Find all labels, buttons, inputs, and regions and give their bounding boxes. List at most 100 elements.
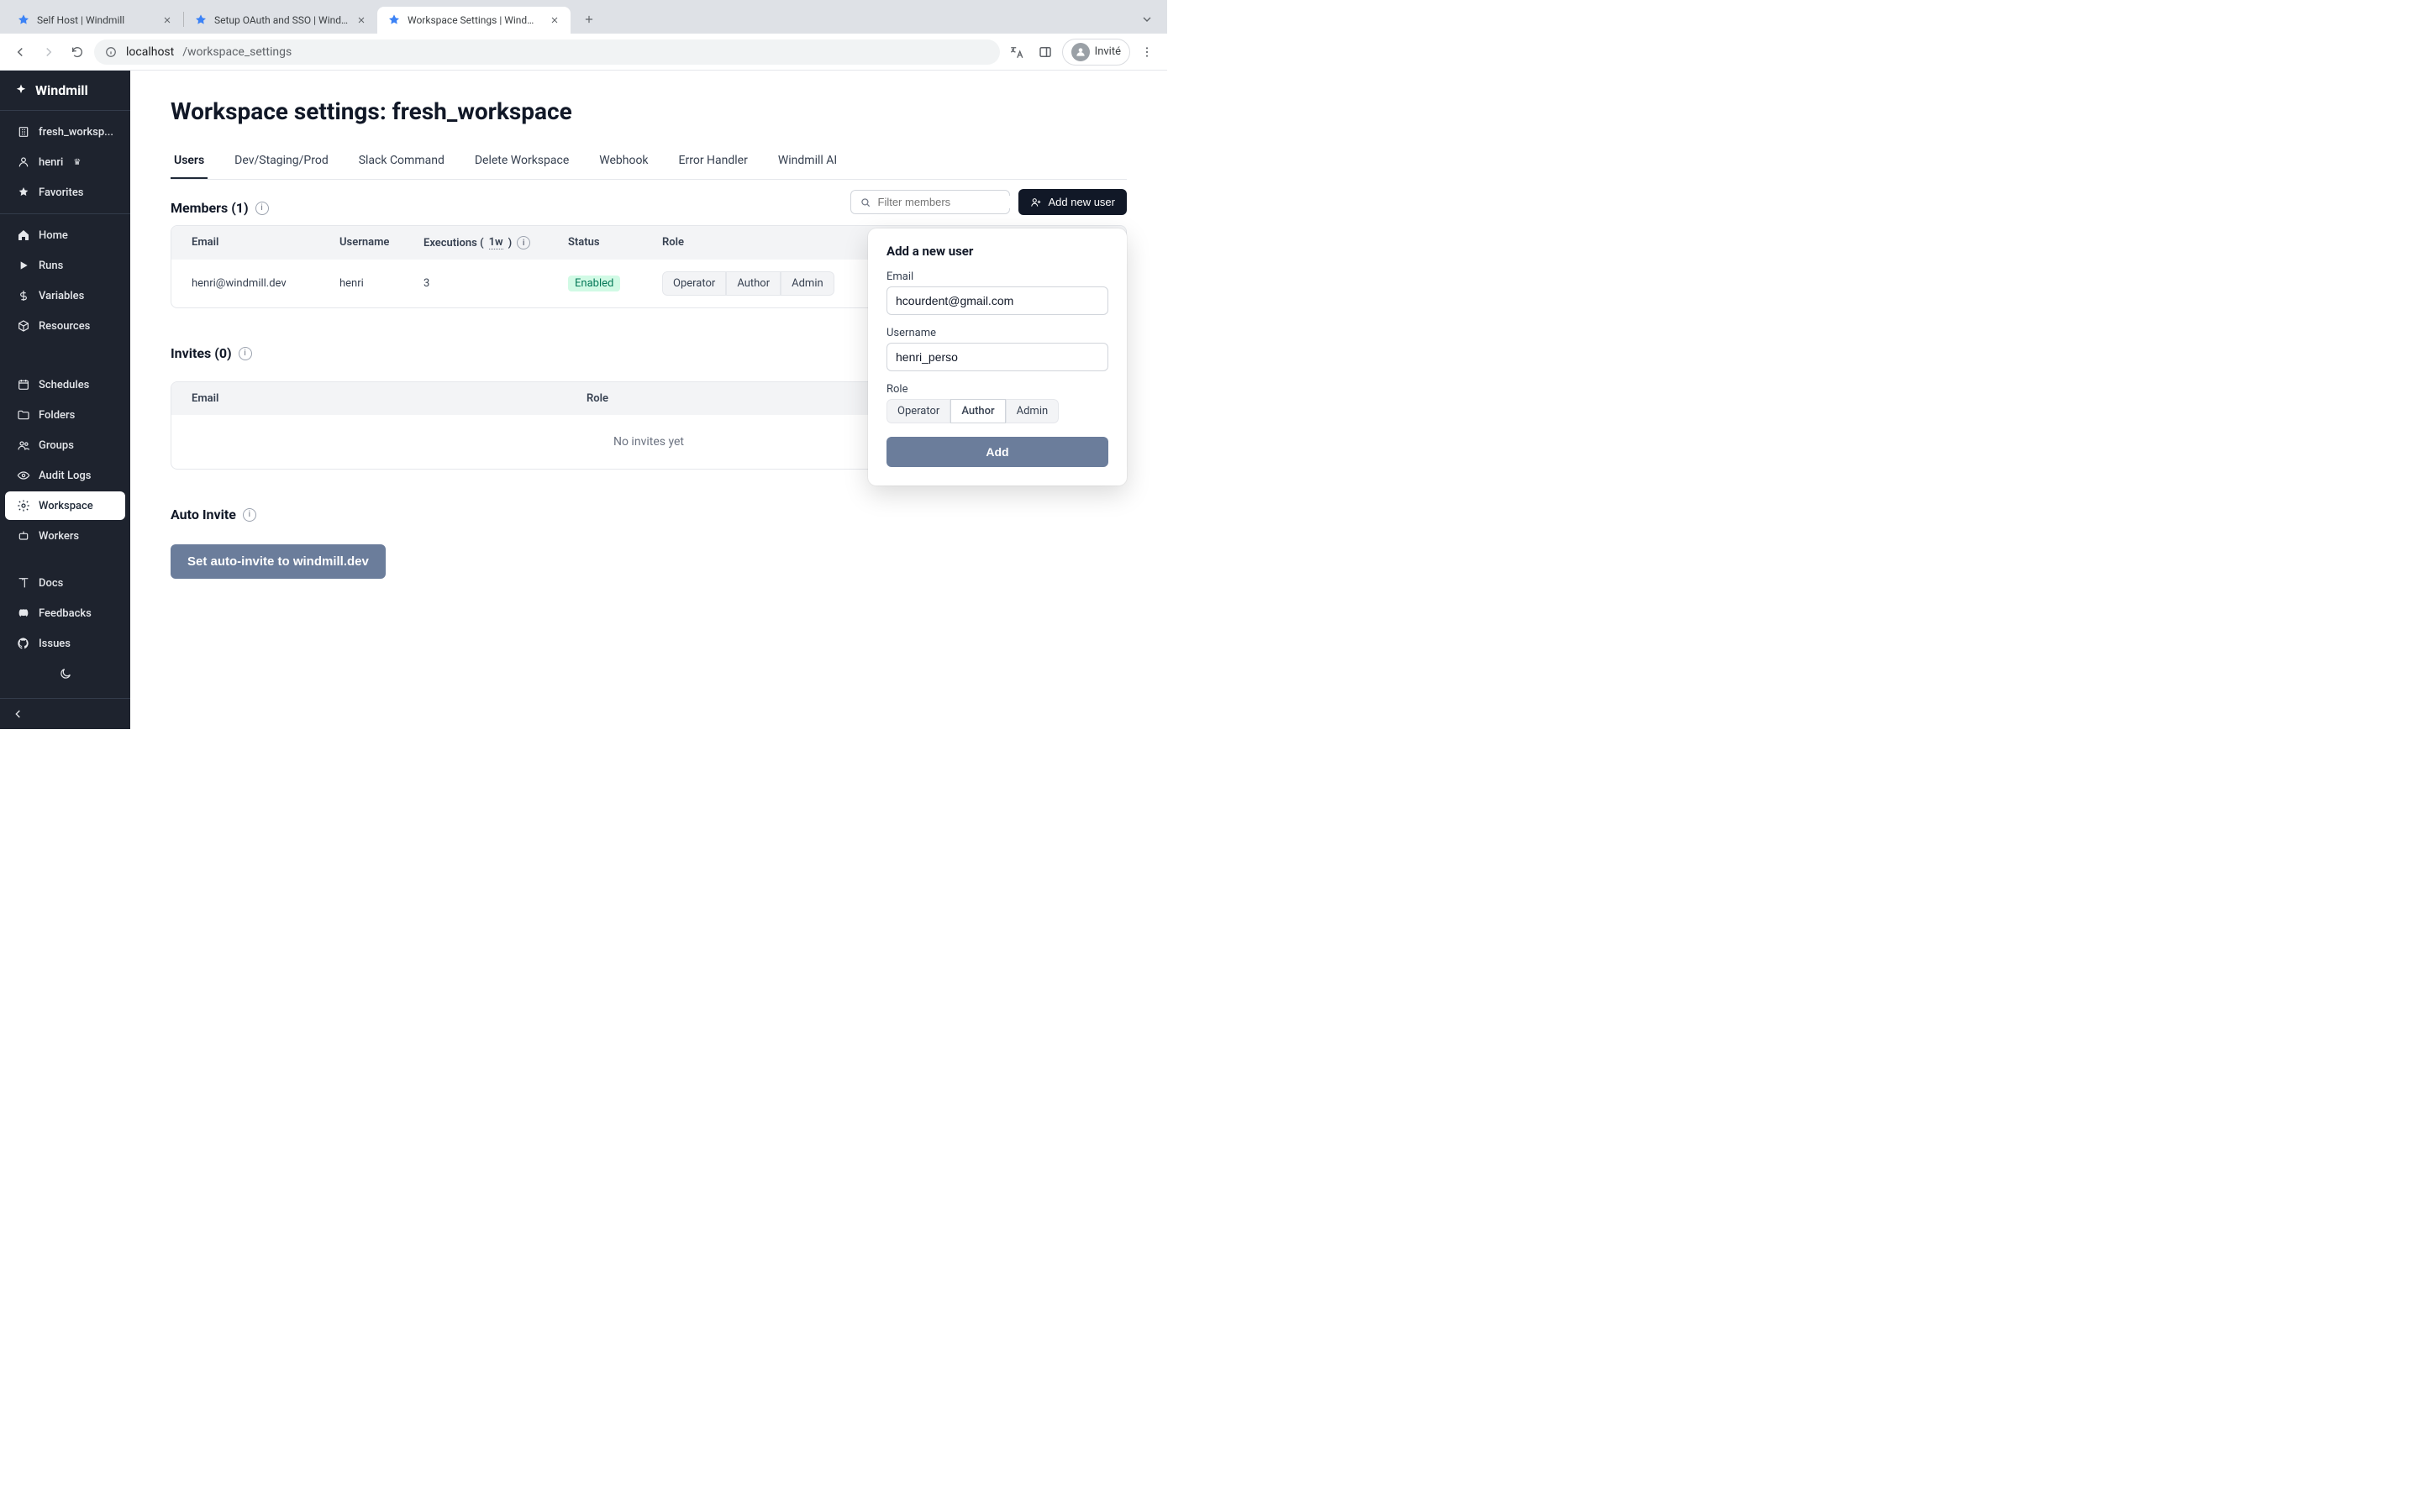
windmill-favicon-icon [194,13,208,27]
sidebar-item-label: Folders [39,409,75,422]
popover-role-toggle-group: Operator Author Admin [886,399,1059,423]
workspace-selector[interactable]: fresh_worksp... [5,118,125,146]
executions-window[interactable]: 1w [489,236,503,249]
cube-icon [17,319,30,333]
info-icon[interactable]: i [255,202,269,215]
sidebar-item-feedbacks[interactable]: Feedbacks [5,599,125,627]
sidebar-item-resources[interactable]: Resources [5,312,125,340]
role-option-admin[interactable]: Admin [781,271,834,296]
brand-logo[interactable]: Windmill [0,71,130,110]
info-icon[interactable]: i [517,236,530,249]
sidebar-item-label: Workers [39,530,79,543]
theme-toggle[interactable] [5,659,125,688]
tab-windmill-ai[interactable]: Windmill AI [775,145,840,179]
cell-executions: 3 [424,277,568,290]
sidebar-item-home[interactable]: Home [5,221,125,249]
username-input[interactable] [886,343,1108,371]
col-header-email: Email [192,236,339,249]
button-label: Add new user [1049,196,1116,208]
email-input[interactable] [886,286,1108,315]
calendar-icon [17,378,30,391]
members-title: Members (1) [171,200,249,216]
page-title: Workspace settings: fresh_workspace [171,97,1127,125]
new-tab-button[interactable] [577,8,601,31]
info-icon[interactable]: i [243,508,256,522]
side-panel-button[interactable] [1034,40,1057,64]
url-path: /workspace_settings [182,45,292,59]
reload-button[interactable] [66,40,89,64]
sidebar-item-variables[interactable]: Variables [5,281,125,310]
sidebar-item-label: Variables [39,290,84,302]
gear-icon [17,499,30,512]
sidebar-item-folders[interactable]: Folders [5,401,125,429]
tab-error-handler[interactable]: Error Handler [676,145,751,179]
browser-tab-active[interactable]: Workspace Settings | Windmill [377,7,571,34]
windmill-favicon-icon [387,13,401,27]
sidebar-item-label: Runs [39,260,63,272]
auto-invite-title: Auto Invite [171,507,236,522]
crown-icon: ♛ [73,158,81,167]
browser-tab-title: Setup OAuth and SSO | Windm [214,14,349,26]
tab-users[interactable]: Users [171,145,208,179]
role-option-author[interactable]: Author [726,271,781,296]
close-icon[interactable] [355,14,367,26]
sidebar-item-label: Issues [39,638,71,650]
sidebar-item-docs[interactable]: Docs [5,569,125,597]
cell-status: Enabled [568,277,662,290]
role-option-author[interactable]: Author [950,399,1005,423]
close-icon[interactable] [549,14,560,26]
browser-tab-strip: Self Host | Windmill Setup OAuth and SSO… [0,0,1167,34]
sidebar-item-workers[interactable]: Workers [5,522,125,550]
username-label: Username [886,327,1108,339]
url-input[interactable]: localhost/workspace_settings [94,39,1000,65]
tab-webhook[interactable]: Webhook [596,145,651,179]
moon-icon [59,667,72,680]
windmill-logo-icon [13,83,29,98]
github-icon [17,637,30,650]
users-icon [17,438,30,452]
sidebar-item-issues[interactable]: Issues [5,629,125,658]
sidebar-item-groups[interactable]: Groups [5,431,125,459]
invites-title: Invites (0) [171,345,232,361]
tab-dev-staging-prod[interactable]: Dev/Staging/Prod [231,145,332,179]
browser-address-bar: localhost/workspace_settings Invité [0,34,1167,71]
filter-members-field[interactable] [878,196,1026,208]
sidebar-item-schedules[interactable]: Schedules [5,370,125,399]
profile-button[interactable]: Invité [1062,39,1130,66]
tabs-dropdown-button[interactable] [1134,9,1160,29]
tab-slack-command[interactable]: Slack Command [355,145,448,179]
app-root: Windmill fresh_worksp... henri ♛ [0,71,1167,729]
windmill-favicon-icon [17,13,30,27]
add-submit-button[interactable]: Add [886,437,1108,467]
role-option-admin[interactable]: Admin [1006,399,1060,423]
back-button[interactable] [8,40,32,64]
browser-tab[interactable]: Setup OAuth and SSO | Windm [184,7,377,34]
filter-members-input[interactable] [850,190,1010,214]
collapse-sidebar-button[interactable] [0,698,130,729]
user-menu[interactable]: henri ♛ [5,148,125,176]
browser-tab[interactable]: Self Host | Windmill [7,7,183,34]
sidebar-item-audit[interactable]: Audit Logs [5,461,125,490]
bot-icon [17,529,30,543]
role-option-operator[interactable]: Operator [886,399,950,423]
settings-tabs: Users Dev/Staging/Prod Slack Command Del… [171,145,1127,180]
role-option-operator[interactable]: Operator [662,271,726,296]
status-badge: Enabled [568,276,620,291]
user-name: henri [39,156,63,169]
tab-delete-workspace[interactable]: Delete Workspace [471,145,572,179]
close-icon[interactable] [161,14,173,26]
site-info-icon[interactable] [104,45,118,59]
email-label: Email [886,270,1108,283]
info-icon[interactable]: i [239,347,252,360]
set-auto-invite-button[interactable]: Set auto-invite to windmill.dev [171,544,386,579]
sidebar-item-runs[interactable]: Runs [5,251,125,280]
sidebar-item-workspace[interactable]: Workspace [5,491,125,520]
translate-button[interactable] [1005,40,1028,64]
add-new-user-button[interactable]: Add new user [1018,189,1128,215]
forward-button[interactable] [37,40,60,64]
browser-tab-title: Self Host | Windmill [37,14,155,26]
chrome-menu-button[interactable] [1135,40,1159,64]
sidebar-favorites[interactable]: Favorites [5,178,125,207]
col-header-status: Status [568,236,662,249]
main-content: Workspace settings: fresh_workspace User… [130,71,1167,729]
